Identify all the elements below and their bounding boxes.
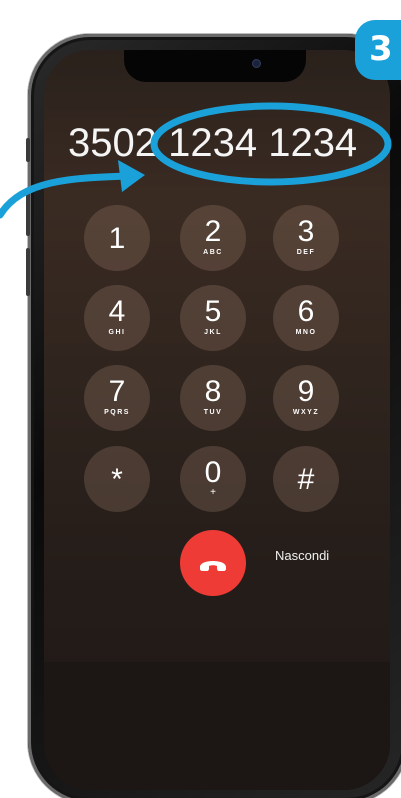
- key-letters: GHI: [108, 329, 126, 336]
- key-letters: JKL: [204, 329, 222, 336]
- key-letters: TUV: [203, 409, 223, 416]
- key-digit: 5: [204, 295, 222, 328]
- phone-hangup-icon: [200, 561, 226, 571]
- volume-up-button: [26, 188, 30, 236]
- key-8[interactable]: 8 TUV: [180, 365, 246, 431]
- notch: [124, 50, 306, 82]
- key-digit: 0: [204, 456, 222, 489]
- key-hash[interactable]: #: [273, 446, 339, 512]
- key-9[interactable]: 9 WXYZ: [273, 365, 339, 431]
- call-button[interactable]: [180, 530, 246, 596]
- key-digit: *: [111, 463, 123, 496]
- key-digit: 9: [297, 375, 315, 408]
- key-3[interactable]: 3 DEF: [273, 205, 339, 271]
- key-digit: 1: [108, 222, 126, 255]
- key-4[interactable]: 4 GHI: [84, 285, 150, 351]
- key-7[interactable]: 7 PQRS: [84, 365, 150, 431]
- key-digit: 2: [204, 215, 222, 248]
- key-digit: 8: [204, 375, 222, 408]
- key-1[interactable]: 1: [84, 205, 150, 271]
- key-digit: 3: [297, 215, 315, 248]
- volume-down-button: [26, 248, 30, 296]
- key-letters: PQRS: [104, 409, 130, 416]
- dialed-number: 3502 1234 1234: [68, 121, 358, 165]
- mute-switch: [26, 138, 30, 162]
- key-star[interactable]: *: [84, 446, 150, 512]
- key-digit: 6: [297, 295, 315, 328]
- screen-bottom-area: [44, 662, 390, 790]
- step-badge: 3: [355, 20, 401, 80]
- key-digit: #: [297, 463, 315, 496]
- key-0[interactable]: 0 +: [180, 446, 246, 512]
- key-6[interactable]: 6 MNO: [273, 285, 339, 351]
- key-letters: MNO: [295, 329, 317, 336]
- key-letters: ABC: [203, 249, 223, 256]
- key-5[interactable]: 5 JKL: [180, 285, 246, 351]
- key-2[interactable]: 2 ABC: [180, 205, 246, 271]
- tutorial-image: 3502 1234 1234 1 2 ABC 3 DEF 4 GHI 5 JKL…: [0, 0, 401, 798]
- key-letters: DEF: [296, 249, 316, 256]
- hide-keypad-link[interactable]: Nascondi: [275, 548, 329, 563]
- key-digit: 7: [108, 375, 126, 408]
- key-digit: 4: [108, 295, 126, 328]
- front-camera-icon: [252, 59, 261, 68]
- key-letters: WXYZ: [292, 409, 320, 416]
- key-letters: +: [210, 487, 216, 498]
